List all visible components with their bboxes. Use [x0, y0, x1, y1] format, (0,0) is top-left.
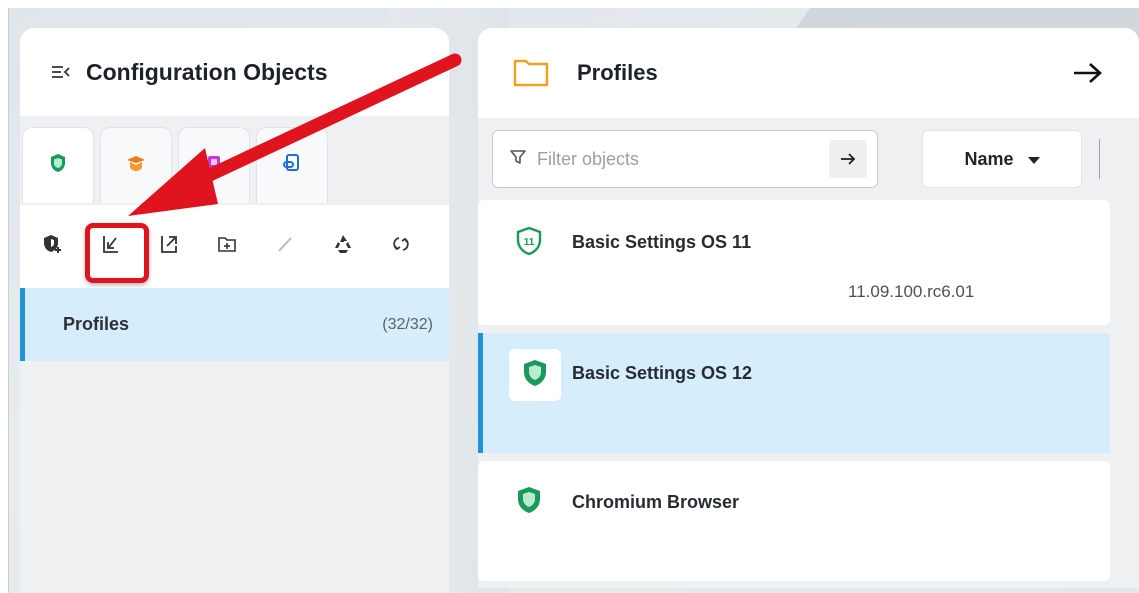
right-panel-header: Profiles	[478, 28, 1139, 118]
link-document-icon	[282, 153, 302, 178]
recycle-button[interactable]	[314, 218, 372, 276]
item-title: Basic Settings OS 12	[572, 363, 753, 383]
edit-button[interactable]	[256, 218, 314, 276]
import-button[interactable]	[82, 218, 149, 283]
profiles-panel: Profiles Name	[478, 28, 1139, 588]
refresh-button[interactable]	[372, 218, 430, 276]
object-type-tabs	[20, 116, 449, 205]
panel-title: Profiles	[577, 60, 658, 85]
shield-icon	[522, 358, 548, 393]
folder-plus-icon	[217, 235, 237, 258]
shield-icon	[516, 485, 544, 517]
export-icon	[159, 234, 179, 259]
shield-icon	[50, 153, 66, 178]
new-folder-button[interactable]	[198, 218, 256, 276]
tree-item-count: (32/32)	[382, 315, 433, 333]
panel-title: Configuration Objects	[86, 58, 328, 85]
refresh-icon	[391, 234, 411, 259]
left-panel-header: Configuration Objects	[20, 28, 449, 116]
filter-row: Name	[478, 118, 1139, 200]
list-item[interactable]: 11 Basic Settings OS 11 11.09.100.rc6.01	[478, 200, 1110, 325]
shield-plus-icon	[43, 234, 63, 259]
item-version: 11.09.100.rc6.01	[848, 282, 975, 301]
export-button[interactable]	[140, 218, 198, 276]
sort-label: Name	[964, 148, 1014, 169]
tree-item-profiles[interactable]: Profiles (32/32)	[20, 288, 449, 361]
arrow-right-icon[interactable]	[1072, 57, 1104, 89]
list-item[interactable]: Chromium Browser	[478, 461, 1110, 581]
import-icon	[101, 234, 121, 259]
toolbar-divider	[1099, 139, 1100, 179]
recycle-icon	[332, 233, 354, 260]
item-title: Basic Settings OS 11	[572, 232, 752, 252]
tab-certificates[interactable]	[100, 127, 172, 203]
filter-icon	[509, 148, 527, 171]
folder-icon	[513, 57, 549, 89]
list-item-selected[interactable]: Basic Settings OS 12	[478, 333, 1110, 453]
caret-down-icon	[1027, 149, 1040, 170]
left-toolbar	[20, 205, 449, 288]
tree-item-label: Profiles	[63, 314, 130, 334]
tab-devices[interactable]	[178, 127, 250, 203]
item-title: Chromium Browser	[572, 492, 740, 512]
configuration-objects-panel: Configuration Objects Profiles (32/32)	[20, 28, 449, 593]
collapse-panel-icon[interactable]	[52, 63, 70, 81]
add-profile-button[interactable]	[24, 218, 82, 276]
filter-input[interactable]	[537, 148, 819, 170]
sort-dropdown[interactable]: Name	[922, 130, 1082, 188]
filter-box	[492, 130, 878, 188]
graduate-shield-icon	[126, 153, 146, 178]
apply-filter-button[interactable]	[829, 140, 867, 178]
pencil-icon	[275, 234, 295, 259]
tab-profiles[interactable]	[22, 127, 94, 203]
shield-badge: 11	[524, 237, 535, 248]
tab-links[interactable]	[256, 127, 328, 203]
shield-version-icon: 11	[516, 226, 544, 258]
item-icon-box	[509, 349, 561, 401]
device-icon	[205, 153, 223, 178]
